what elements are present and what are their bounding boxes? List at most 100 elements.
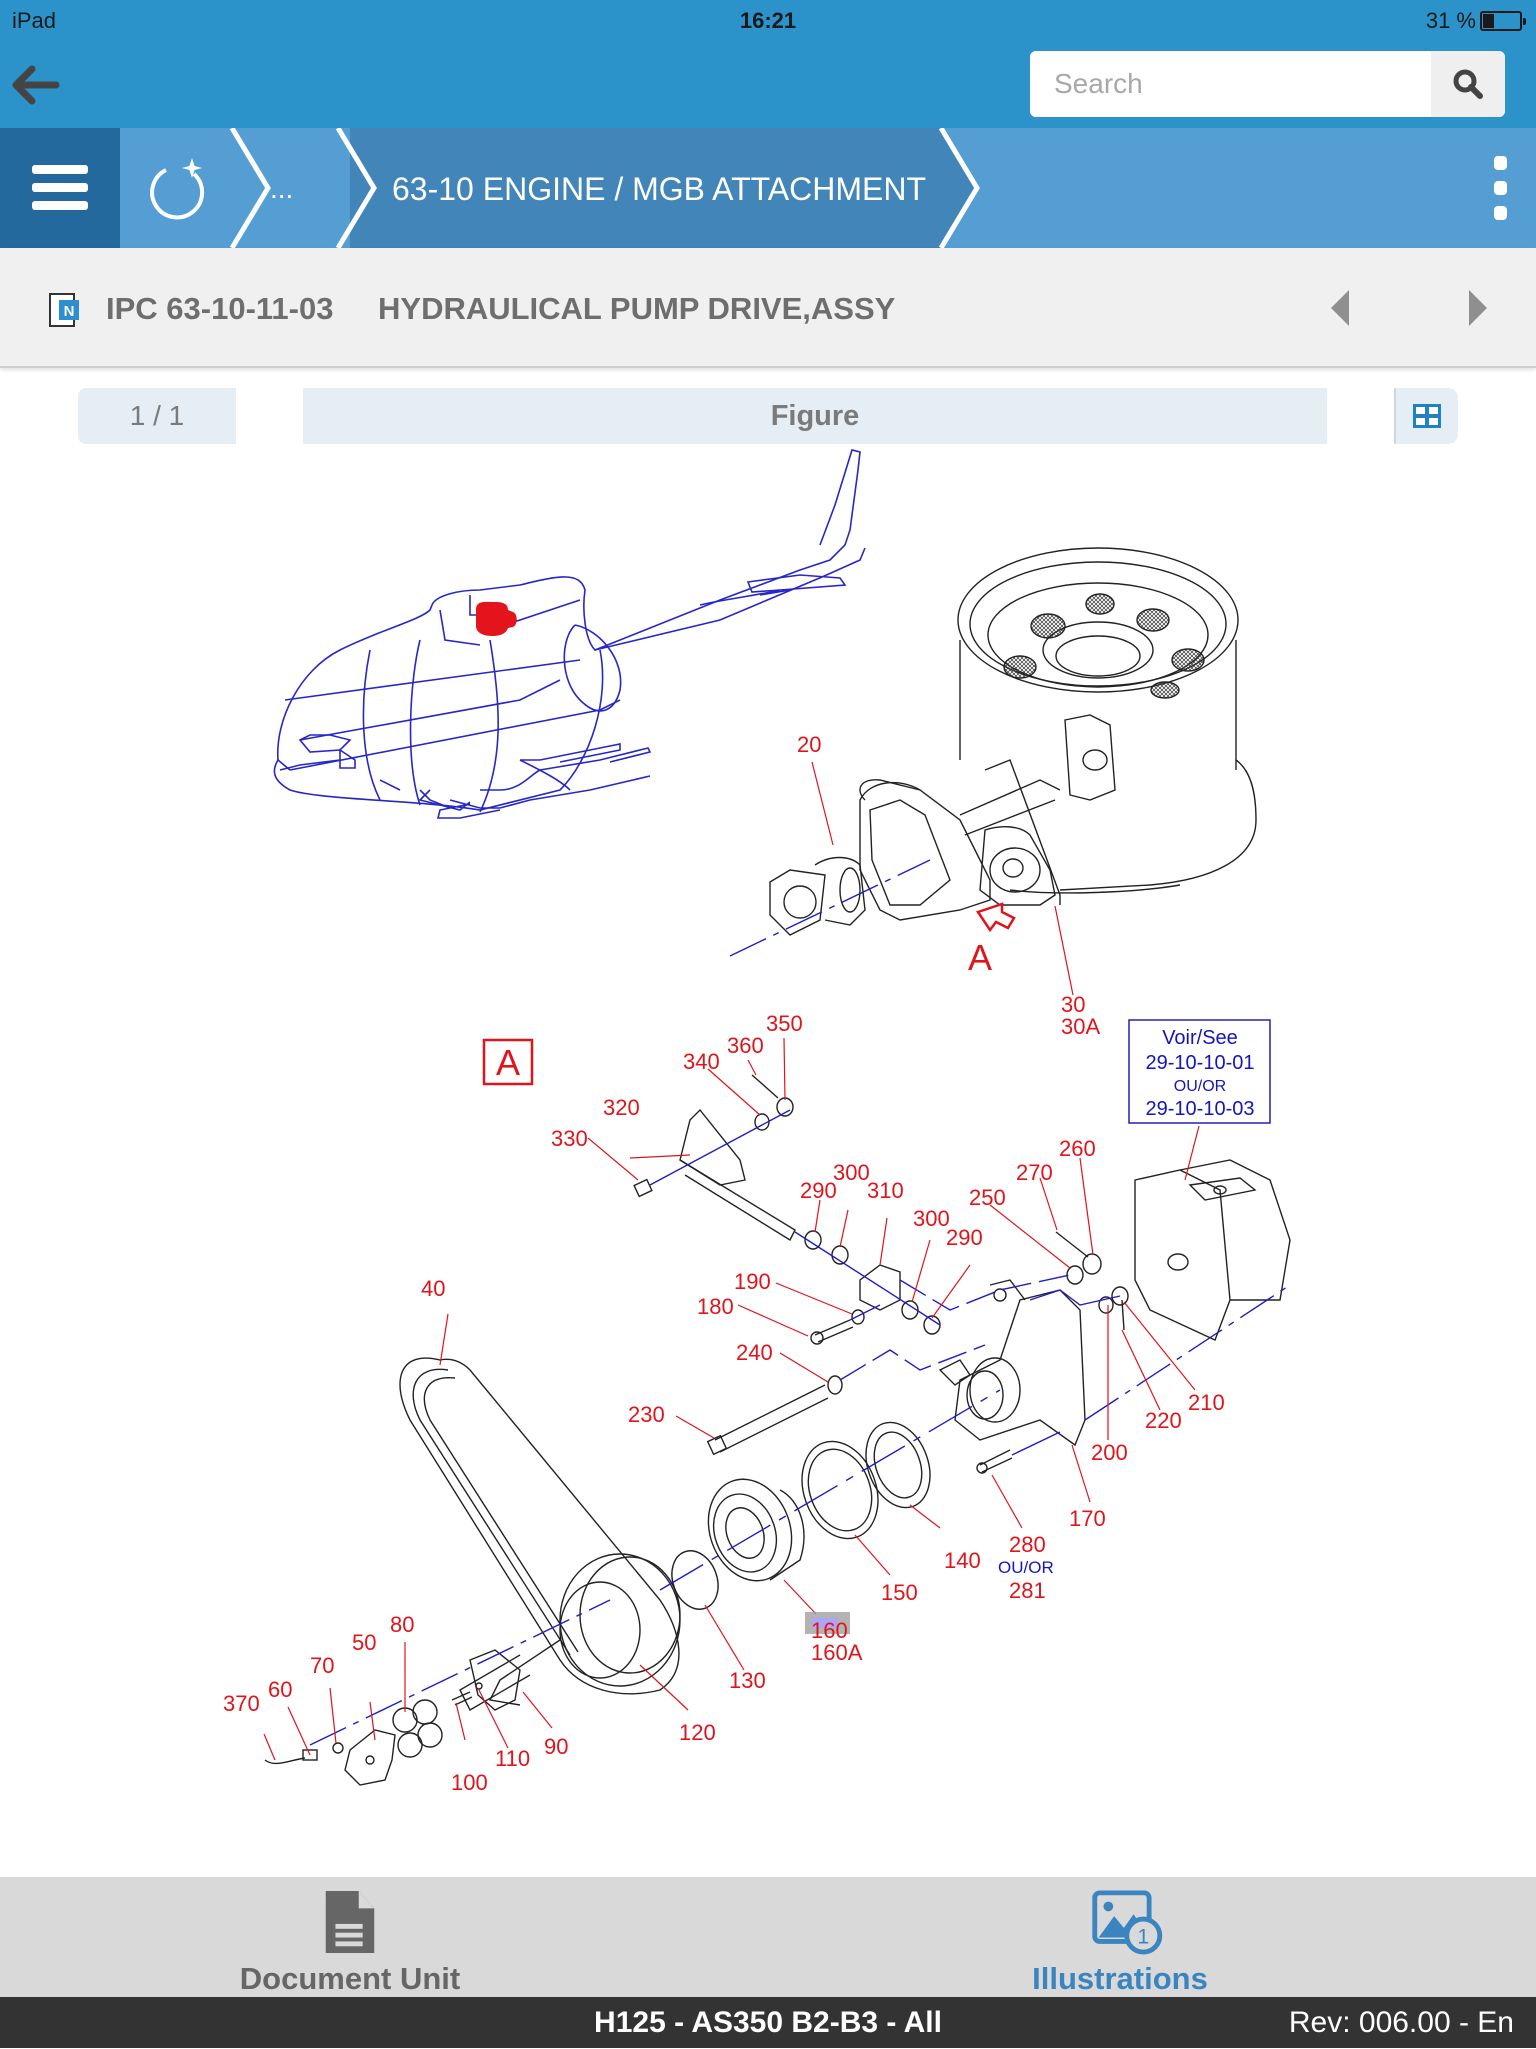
mgb-location-marker (476, 601, 517, 636)
arrow-left-icon (12, 65, 60, 105)
triangle-left-icon (1331, 290, 1349, 326)
callout-60[interactable]: 60 (268, 1677, 292, 1702)
document-header: N IPC 63-10-11-03 HYDRAULICAL PUMP DRIVE… (0, 248, 1536, 368)
reference-box[interactable]: Voir/See 29-10-10-01 OU/OR 29-10-10-03 (1128, 1019, 1271, 1124)
bottom-tab-bar: Document Unit 1 Illustrations (0, 1877, 1536, 1997)
callout-170[interactable]: 170 (1069, 1506, 1106, 1531)
reference-line1: Voir/See (1162, 1027, 1238, 1049)
triangle-right-icon (1469, 290, 1487, 326)
callout-110[interactable]: 110 (495, 1746, 530, 1771)
image-icon: 1 (1092, 1890, 1163, 1955)
mgb-housing (769, 547, 1257, 936)
callout-310[interactable]: 310 (867, 1178, 904, 1203)
callout-30a[interactable]: 30A (1061, 1014, 1100, 1039)
figure-pager: 1 / 1 (78, 388, 236, 444)
callout-20[interactable]: 20 (797, 732, 821, 757)
assembly-centerlines (309, 1109, 1291, 1746)
illustration-canvas: A A Voir/See 29-10-10-01 OU/OR 29-10-10-… (223, 449, 1291, 1795)
callout-290-lower[interactable]: 290 (946, 1225, 983, 1250)
callout-40[interactable]: 40 (421, 1276, 445, 1301)
callout-300-upper[interactable]: 300 (833, 1160, 870, 1185)
callout-350[interactable]: 350 (766, 1011, 803, 1036)
document-n-icon: N (49, 293, 79, 327)
footer-bar: H125 - AS350 B2-B3 - All Rev: 006.00 - E… (0, 1997, 1536, 2048)
battery-fill (1483, 14, 1495, 28)
kebab-dot (1493, 156, 1507, 170)
callout-280-or: OU/OR (998, 1558, 1054, 1577)
reference-line4: 29-10-10-03 (1146, 1098, 1255, 1120)
callout-281[interactable]: 281 (1009, 1578, 1046, 1603)
callout-290-upper[interactable]: 290 (800, 1178, 837, 1203)
grid-icon (1413, 404, 1441, 428)
reference-line3: OU/OR (1174, 1078, 1226, 1095)
callout-leaders (263, 761, 1200, 1761)
search-box (1030, 51, 1505, 117)
tab-illustrations-label: Illustrations (1032, 1961, 1208, 1996)
callout-140[interactable]: 140 (944, 1548, 981, 1573)
callout-130[interactable]: 130 (729, 1668, 766, 1693)
device-name: iPad (12, 8, 57, 33)
view-box-letter: A (496, 1042, 520, 1083)
callout-320[interactable]: 320 (603, 1095, 640, 1120)
tab-document-unit-label: Document Unit (239, 1961, 461, 1996)
home-button[interactable] (120, 128, 235, 248)
centerline (729, 859, 931, 957)
breadcrumb-ellipsis[interactable]: ... (270, 128, 293, 248)
callout-230[interactable]: 230 (628, 1402, 665, 1427)
menu-button[interactable] (0, 128, 120, 248)
more-options-button[interactable] (1480, 156, 1520, 220)
callout-50[interactable]: 50 (352, 1630, 376, 1655)
battery-icon (1480, 11, 1526, 31)
callout-200[interactable]: 200 (1091, 1440, 1128, 1465)
callout-280[interactable]: 280 (1009, 1532, 1046, 1557)
callout-100[interactable]: 100 (451, 1770, 488, 1795)
callout-300-lower[interactable]: 300 (913, 1206, 950, 1231)
view-a-label: A (968, 937, 992, 978)
search-input[interactable] (1030, 51, 1431, 117)
document-title: HYDRAULICAL PUMP DRIVE,ASSY (378, 291, 896, 326)
kebab-dot (1493, 206, 1507, 220)
breadcrumb-separator (335, 128, 377, 248)
figure-tab[interactable]: Figure (303, 388, 1327, 444)
callout-80[interactable]: 80 (390, 1612, 414, 1637)
hamburger-icon (32, 165, 88, 210)
tab-document-unit[interactable]: Document Unit (230, 1877, 470, 1997)
callout-180[interactable]: 180 (697, 1294, 734, 1319)
callout-360[interactable]: 360 (727, 1033, 764, 1058)
kebab-dot (1493, 181, 1507, 195)
callout-160a[interactable]: 160A (811, 1640, 863, 1665)
callout-340[interactable]: 340 (683, 1049, 720, 1074)
callout-330[interactable]: 330 (551, 1126, 588, 1151)
callout-270[interactable]: 270 (1016, 1160, 1053, 1185)
tab-illustrations[interactable]: 1 Illustrations (1000, 1877, 1240, 1997)
back-button[interactable] (12, 60, 62, 110)
battery-status: 31 % (1425, 8, 1526, 34)
refresh-home-icon (149, 158, 204, 220)
breadcrumb-separator (937, 128, 980, 248)
exploded-parts (264, 1074, 1291, 1786)
callout-370[interactable]: 370 (223, 1691, 260, 1716)
grid-view-button[interactable] (1394, 388, 1458, 444)
callout-190[interactable]: 190 (734, 1269, 771, 1294)
figure-illustration[interactable]: A A Voir/See 29-10-10-01 OU/OR 29-10-10-… (0, 444, 1536, 1876)
callout-70[interactable]: 70 (310, 1653, 334, 1678)
callout-150[interactable]: 150 (881, 1580, 918, 1605)
breadcrumb-current[interactable]: 63-10 ENGINE / MGB ATTACHMENT (392, 128, 926, 248)
callout-210[interactable]: 210 (1188, 1390, 1225, 1415)
helicopter-locator (273, 449, 866, 819)
callout-220[interactable]: 220 (1145, 1408, 1182, 1433)
next-document-button[interactable] (1458, 284, 1498, 332)
search-button[interactable] (1431, 51, 1505, 117)
view-a-arrow (976, 902, 1016, 933)
document-icon (325, 1890, 375, 1954)
revision-label: Rev: 006.00 - En (1288, 2006, 1514, 2039)
svg-text:N: N (64, 303, 75, 320)
callout-90[interactable]: 90 (544, 1734, 568, 1759)
callout-240[interactable]: 240 (736, 1340, 773, 1365)
previous-document-button[interactable] (1320, 284, 1360, 332)
illustrations-badge: 1 (1137, 1924, 1149, 1948)
callout-120[interactable]: 120 (679, 1720, 716, 1745)
battery-percent: 31 % (1425, 8, 1476, 33)
callout-260[interactable]: 260 (1059, 1136, 1096, 1161)
callout-250[interactable]: 250 (969, 1185, 1006, 1210)
